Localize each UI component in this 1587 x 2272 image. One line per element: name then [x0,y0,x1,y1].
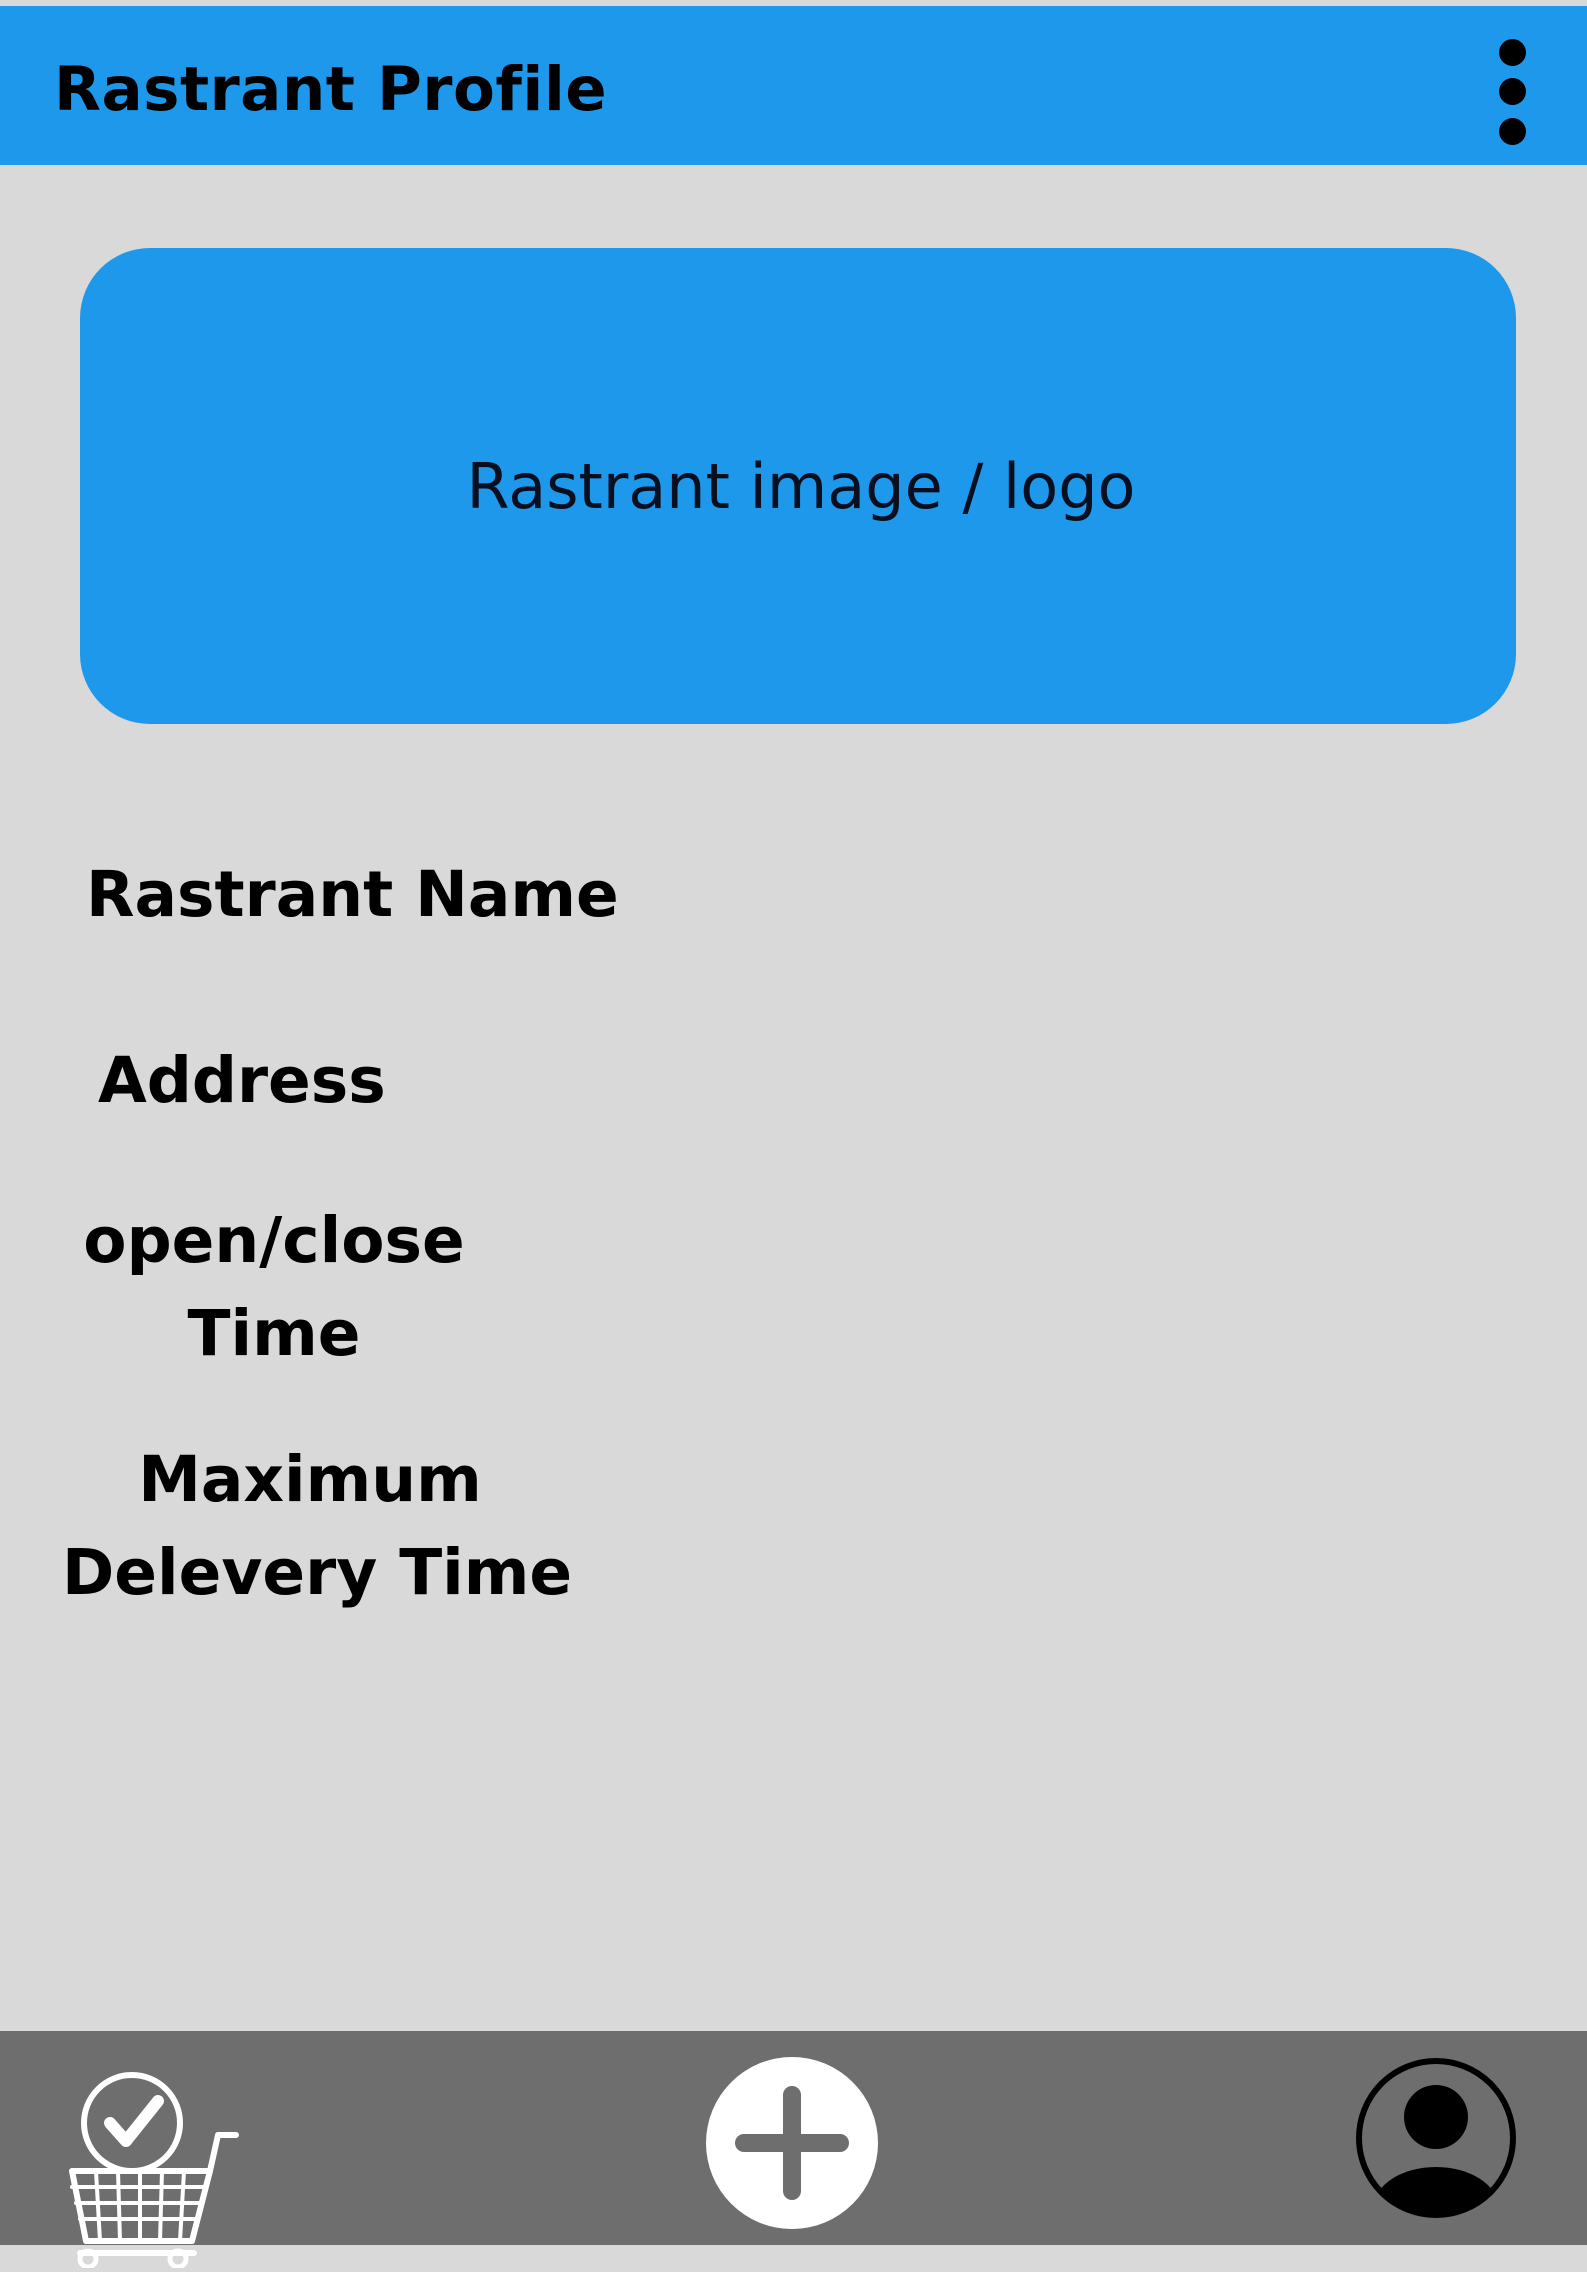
nav-add-button[interactable] [706,2057,878,2229]
open-close-time-label-line2: Time [187,1297,361,1370]
bottom-navigation [0,2031,1587,2270]
add-circle-icon [706,2057,878,2229]
max-delivery-time-label: Maximum Delevery Time [62,1433,573,1619]
nav-profile-button[interactable] [1355,2057,1517,2219]
max-delivery-time-label-line2: Delevery Time [62,1536,573,1609]
page-title: Rastrant Profile [54,54,608,125]
restaurant-name-label: Rastrant Name [86,858,619,931]
max-delivery-time-label-line1: Maximum [138,1443,482,1516]
shopping-cart-check-icon [69,2072,239,2270]
address-label: Address [98,1044,386,1117]
nav-cart-button[interactable] [60,2053,240,2270]
user-profile-icon [1356,2058,1516,2218]
open-close-time-label-line1: open/close [83,1204,465,1277]
more-menu-button[interactable] [1480,32,1544,152]
app-bar: Rastrant Profile [0,6,1587,165]
open-close-time-label: open/close Time [82,1194,466,1380]
restaurant-image-placeholder[interactable]: Rastrant image / logo [80,248,1516,724]
restaurant-image-label: Rastrant image / logo [466,449,1136,523]
